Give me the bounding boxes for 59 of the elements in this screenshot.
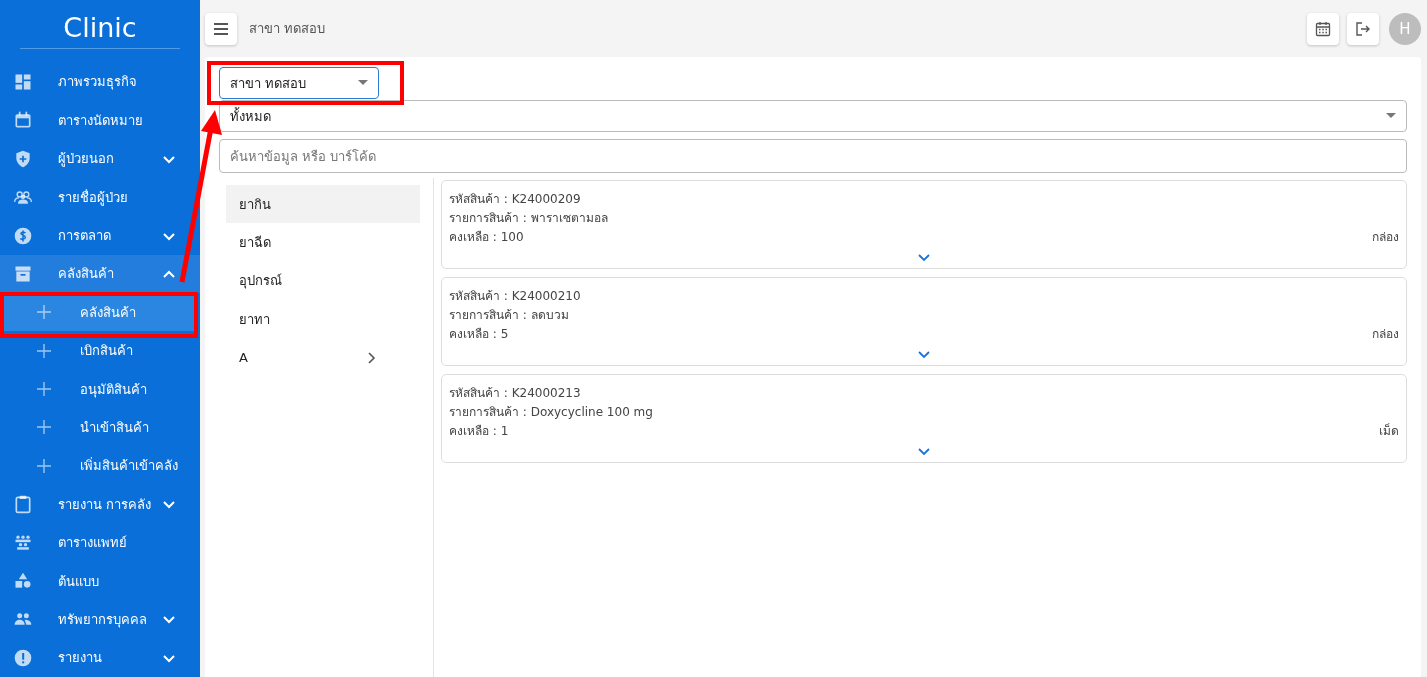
product-name: รายการสินค้า : ลดบวม [449,307,569,324]
category-item[interactable]: A [226,338,420,377]
plus-icon [37,458,51,473]
plus-icon [37,420,51,435]
sidebar-item[interactable]: ตารางนัดหมาย [0,101,200,140]
category-item[interactable]: ยากิน [226,185,420,224]
product-remaining: คงเหลือ : 1 [449,424,509,438]
dollar-icon [13,225,33,246]
sidebar-subitem[interactable]: เบิกสินค้า [0,331,197,370]
dropdown-caret-icon [1386,113,1396,119]
expand-chevron-icon[interactable] [918,351,930,359]
expand-chevron-icon[interactable] [918,448,930,456]
shield-plus-icon [13,148,33,169]
sidebar-item[interactable]: ผู้ป่วยนอก [0,139,200,178]
product-unit: กล่อง [1372,229,1399,246]
sidebar-item[interactable]: รายงาน การคลัง [0,485,200,524]
branch-select[interactable]: สาขา ทดสอบ [219,67,379,99]
sidebar-subitem[interactable]: อนุมัติสินค้า [0,369,197,409]
logout-button[interactable] [1347,12,1379,45]
sidebar-item[interactable]: ทรัพยากรบุคคล [0,600,200,639]
clipboard-icon [13,494,33,515]
shapes-icon [13,571,33,591]
alert-icon [13,647,33,668]
sidebar-item[interactable]: การตลาด [0,216,200,255]
product-code: รหัสสินค้า : K24000209 [449,191,581,208]
sidebar-item[interactable]: รายงาน [0,638,200,677]
category-item[interactable]: อุปกรณ์ [226,261,420,301]
sidebar-subitem[interactable]: เพิ่มสินค้าเข้าคลัง [0,446,197,486]
category-select[interactable]: ทั้งหมด [219,100,1407,132]
calendar-button[interactable] [1307,12,1339,45]
category-item[interactable]: ยาทา [226,300,420,339]
search-field[interactable]: ค้นหาข้อมูล หรือ บาร์โค้ด [219,139,1407,173]
product-name: รายการสินค้า : พาราเซตามอล [449,210,608,227]
calendar-icon [1315,20,1331,37]
product-code: รหัสสินค้า : K24000213 [449,385,581,402]
dropdown-caret-icon [358,80,368,86]
sidebar-item[interactable]: ตารางแพทย์ [0,523,200,562]
product-unit: กล่อง [1372,326,1399,343]
expand-chevron-icon[interactable] [918,254,930,262]
sidebar-item[interactable]: คลังสินค้า [0,254,200,294]
sidebar-subitem[interactable]: นำเข้าสินค้า [0,408,197,447]
plus-icon [37,305,51,320]
branch-title: สาขา ทดสอบ [249,20,327,38]
menu-icon [213,21,229,36]
calendar-icon [13,110,33,131]
app-title: Clinic [20,0,180,49]
sidebar-item[interactable]: รายชื่อผู้ป่วย [0,177,200,217]
category-item[interactable]: ยาฉีด [226,223,420,262]
menu-button[interactable] [205,12,237,45]
product-unit: เม็ด [1379,422,1399,440]
sidebar-item[interactable]: ภาพรวมธุรกิจ [0,62,200,102]
sidebar-item[interactable]: ต้นแบบ [0,561,200,601]
product-remaining: คงเหลือ : 5 [449,327,509,341]
product-remaining: คงเหลือ : 100 [449,230,524,244]
plus-icon [37,382,51,397]
product-name: รายการสินค้า : Doxycycline 100 mg [449,404,653,421]
plus-icon [37,343,51,358]
logout-icon [1355,20,1371,37]
product-code: รหัสสินค้า : K24000210 [449,288,581,305]
